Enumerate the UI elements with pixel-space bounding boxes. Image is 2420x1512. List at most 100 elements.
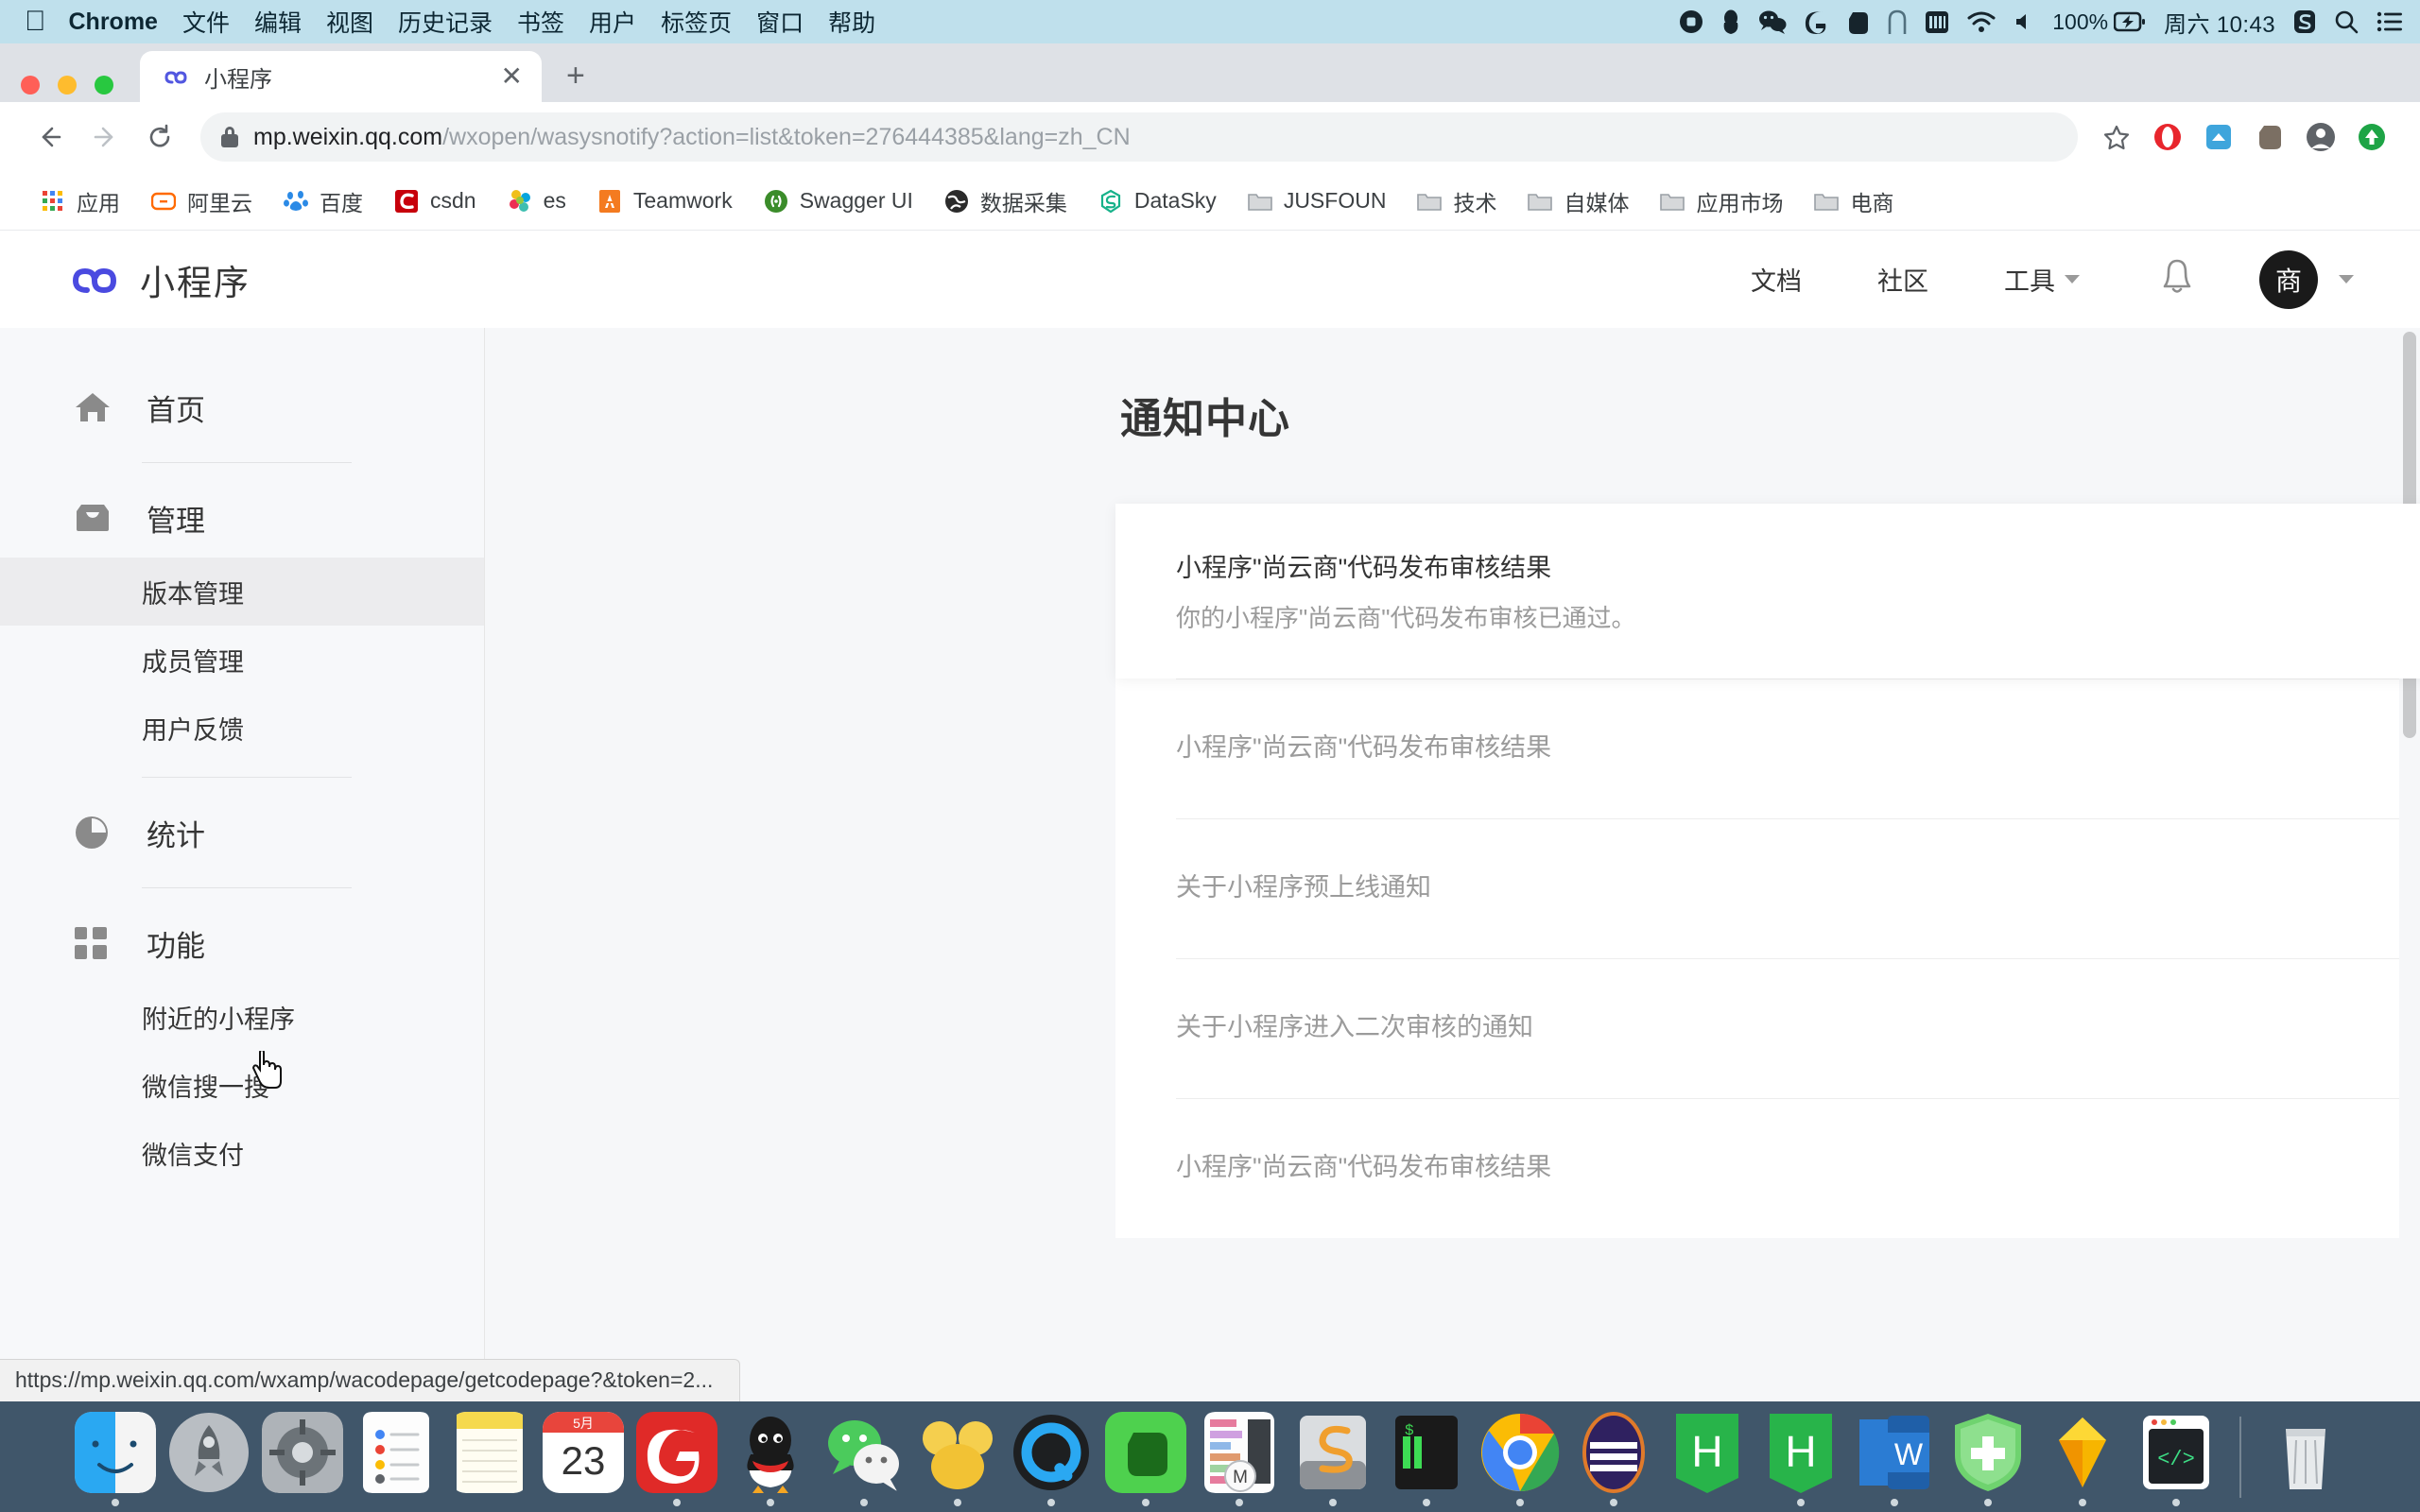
sogou-icon[interactable] [2293, 9, 2316, 34]
g-app-icon[interactable] [1805, 9, 1827, 35]
dock-item-sublime-text[interactable] [1286, 1407, 1379, 1506]
bookmark-datasky[interactable]: DataSky [1082, 188, 1232, 215]
bell-icon[interactable] [2118, 257, 2237, 301]
dock-item-chrome[interactable] [1473, 1407, 1566, 1506]
record-icon[interactable] [1679, 9, 1703, 34]
notification-row[interactable]: 关于小程序预上线通知 2020-04-18 [1115, 817, 2420, 958]
address-bar[interactable]: mp.weixin.qq.com/wxopen/wasysnotify?acti… [200, 112, 2078, 162]
dock-item-fanqie[interactable] [911, 1407, 1005, 1506]
bookmark-aliyun[interactable]: 阿里云 [135, 185, 268, 217]
sidebar-item-home[interactable]: 首页 [0, 368, 484, 447]
notification-row[interactable]: 小程序"尚云商"代码发布审核结果 2020-04-26 [1115, 678, 2420, 818]
sidebar-item-statistics[interactable]: 统计 [0, 793, 484, 872]
dock-item-security-shield[interactable] [1942, 1407, 2035, 1506]
nav-item-docs[interactable]: 文档 [1713, 261, 1840, 298]
sidebar-item-manage[interactable]: 管理 [0, 478, 484, 558]
dock-item-word[interactable]: W [1848, 1407, 1942, 1506]
arc-icon[interactable] [1888, 9, 1907, 35]
notification-row[interactable]: 小程序"尚云商"代码发布审核结果 2020-04-11 [1115, 1097, 2420, 1238]
bookmark-folder-media[interactable]: 自媒体 [1512, 185, 1644, 217]
bookmark-folder-tech[interactable]: 技术 [1401, 185, 1512, 217]
dock-item-hbuilder[interactable]: H [1661, 1407, 1754, 1506]
sidebar-item-version-management[interactable]: 版本管理 [0, 558, 484, 626]
menu-item-file[interactable]: 文件 [182, 5, 230, 39]
bookmark-teamwork[interactable]: Teamwork [581, 188, 748, 215]
profile-icon[interactable] [2295, 112, 2346, 163]
bookmark-data-collection[interactable]: 数据采集 [928, 185, 1082, 217]
arrow-right-icon[interactable] [78, 110, 132, 164]
bookmark-es[interactable]: es [492, 188, 581, 215]
menu-item-bookmarks[interactable]: 书签 [517, 5, 564, 39]
menu-item-history[interactable]: 历史记录 [398, 5, 493, 39]
battery-meter-icon[interactable] [1925, 10, 1949, 34]
evernote-ext-icon[interactable] [2244, 112, 2295, 163]
dock-item-code-editor[interactable]: </> [2129, 1407, 2222, 1506]
menu-bar-clock[interactable]: 周六 10:43 [2164, 6, 2275, 39]
browser-tab[interactable]: 小程序 ✕ [140, 51, 542, 102]
page-scrollbar[interactable] [2399, 328, 2420, 1401]
evernote-icon[interactable] [1845, 9, 1870, 35]
menu-item-profiles[interactable]: 用户 [589, 5, 636, 39]
screenshot-ext-icon[interactable] [2193, 112, 2244, 163]
bookmark-folder-app-market[interactable]: 应用市场 [1644, 185, 1798, 217]
minimize-window-button[interactable] [58, 76, 77, 94]
bookmark-apps[interactable]: 应用 [25, 185, 135, 217]
bookmark-swagger-ui[interactable]: Swagger UI [748, 188, 928, 215]
sidebar-item-nearby-miniprograms[interactable]: 附近的小程序 [0, 983, 484, 1051]
sidebar-item-member-management[interactable]: 成员管理 [0, 626, 484, 694]
bookmark-folder-jusfoun[interactable]: JUSFOUN [1232, 188, 1402, 215]
dock-item-qq[interactable] [724, 1407, 818, 1506]
wechat-icon[interactable] [1758, 9, 1787, 34]
bookmark-baidu[interactable]: 百度 [268, 185, 378, 217]
notification-row[interactable]: 关于小程序进入二次审核的通知 2020-04-11 [1115, 957, 2420, 1098]
dock-item-quicktime[interactable] [1005, 1407, 1098, 1506]
dock-item-calendar[interactable]: 5月 23 [536, 1407, 630, 1506]
dock-item-navicat[interactable] [1567, 1407, 1661, 1506]
menu-app-name[interactable]: Chrome [69, 9, 158, 36]
qq-icon[interactable] [1721, 9, 1740, 35]
star-icon[interactable] [2091, 112, 2142, 163]
sidebar-item-features[interactable]: 功能 [0, 903, 484, 983]
dock-item-sketch[interactable] [2035, 1407, 2129, 1506]
dock-item-notes[interactable] [442, 1407, 536, 1506]
dock-item-mindnode[interactable]: M [1192, 1407, 1286, 1506]
nav-item-tools[interactable]: 工具 [1966, 261, 2118, 298]
menu-item-edit[interactable]: 编辑 [254, 5, 302, 39]
menu-item-view[interactable]: 视图 [326, 5, 373, 39]
plus-icon[interactable]: + [566, 58, 585, 94]
sidebar-item-wechat-search[interactable]: 微信搜一搜 [0, 1051, 484, 1119]
dock-item-reminders[interactable] [349, 1407, 442, 1506]
notification-card-expanded[interactable]: 小程序"尚云商"代码发布审核结果 2020-05-21 你的小程序"尚云商"代码… [1115, 504, 2420, 679]
dock-item-hbuilderx[interactable]: H [1754, 1407, 1848, 1506]
control-center-icon[interactable] [2377, 11, 2403, 32]
opera-ext-icon[interactable] [2142, 112, 2193, 163]
reload-icon[interactable] [132, 110, 187, 164]
nav-item-community[interactable]: 社区 [1840, 261, 1966, 298]
apple-logo-icon[interactable]:  [25, 8, 46, 36]
menu-item-window[interactable]: 窗口 [756, 5, 804, 39]
arrow-left-icon[interactable] [23, 110, 78, 164]
battery-status[interactable]: 100% [2052, 9, 2146, 35]
bookmark-csdn[interactable]: csdn [378, 188, 492, 215]
dock-item-wechat[interactable] [818, 1407, 911, 1506]
dock-item-gold-app[interactable] [631, 1407, 724, 1506]
close-icon[interactable]: ✕ [495, 63, 528, 90]
dock-item-terminal[interactable]: $ [1379, 1407, 1473, 1506]
update-icon[interactable] [2346, 112, 2397, 163]
menu-item-tab[interactable]: 标签页 [661, 5, 732, 39]
dock-item-trash[interactable] [2258, 1407, 2352, 1506]
account-menu[interactable]: 商 [2237, 249, 2354, 309]
dock-item-evernote[interactable] [1098, 1407, 1192, 1506]
dock-item-finder[interactable] [68, 1407, 162, 1506]
sidebar-item-user-feedback[interactable]: 用户反馈 [0, 694, 484, 762]
maximize-window-button[interactable] [95, 76, 113, 94]
sidebar-item-wechat-pay[interactable]: 微信支付 [0, 1119, 484, 1187]
volume-icon[interactable] [2014, 11, 2034, 32]
close-window-button[interactable] [21, 76, 40, 94]
dock-item-system-preferences[interactable] [255, 1407, 349, 1506]
bookmark-folder-ecommerce[interactable]: 电商 [1798, 185, 1909, 217]
site-logo[interactable]: 小程序 [68, 254, 251, 305]
menu-item-help[interactable]: 帮助 [828, 5, 875, 39]
dock-item-launchpad[interactable] [162, 1407, 255, 1506]
wifi-icon[interactable] [1967, 11, 1996, 33]
